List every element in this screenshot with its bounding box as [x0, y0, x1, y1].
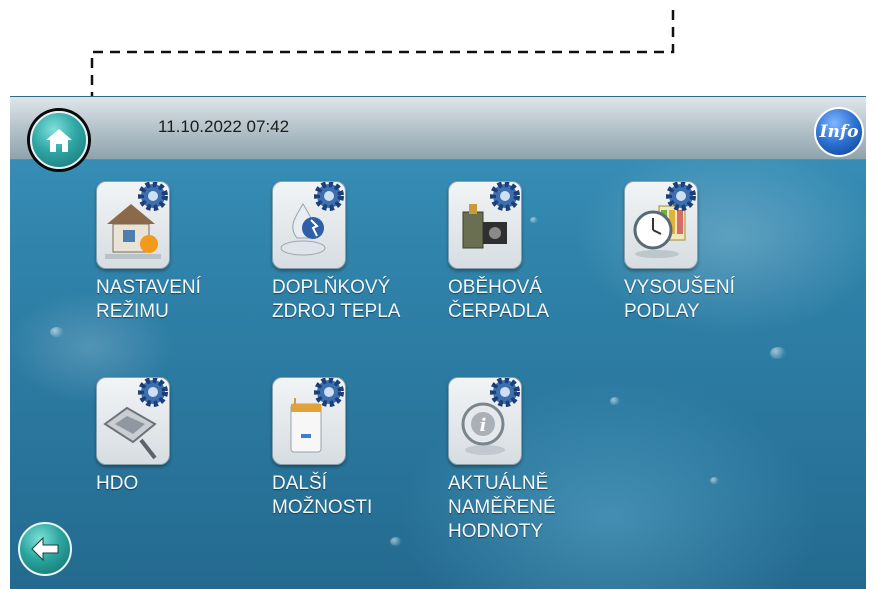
home-icon	[46, 129, 72, 152]
tile-label: DOPLŇKOVÝ ZDROJ TEPLA	[272, 277, 401, 322]
tile-label: HDO	[96, 473, 139, 494]
tile-label: AKTUÁLNĚ NAMĚŘENÉ HODNOTY	[448, 473, 556, 542]
back-button[interactable]	[18, 522, 72, 576]
tile-obehova-cerpadla[interactable]: OBĚHOVÁ ČERPADLA	[448, 181, 558, 324]
connector-icon	[96, 377, 170, 465]
tile-vysouseni-podlay[interactable]: VYSOUŠENÍ PODLAY	[624, 181, 735, 324]
tile-dalsi-moznosti[interactable]: DALŠÍ MOŽNOSTI	[272, 377, 382, 520]
tile-label: OBĚHOVÁ ČERPADLA	[448, 277, 550, 322]
home-button[interactable]	[30, 111, 88, 169]
tile-aktualne-namerene[interactable]: i AKTUÁLNĚ NAMĚŘENÉ HODNOTY	[448, 377, 558, 544]
tile-label: DALŠÍ MOŽNOSTI	[272, 473, 373, 518]
heat-source-icon	[272, 181, 346, 269]
house-settings-icon	[96, 181, 170, 269]
pump-icon	[448, 181, 522, 269]
info-label: Info	[819, 122, 859, 142]
info-measure-icon: i	[448, 377, 522, 465]
datetime: 11.10.2022 07:42	[158, 117, 290, 136]
top-bar: 11.10.2022 07:42 Info	[10, 97, 866, 169]
boiler-icon	[272, 377, 346, 465]
tile-label: VYSOUŠENÍ PODLAY	[624, 277, 735, 322]
tile-hdo[interactable]: HDO	[96, 377, 206, 496]
tile-rezim[interactable]: NASTAVENÍ REŽIMU	[96, 181, 206, 324]
info-button[interactable]: Info	[814, 107, 864, 157]
callout-dashed-line	[90, 10, 675, 96]
svg-text:i: i	[480, 415, 487, 436]
main-panel: 11.10.2022 07:42 Info NASTAVENÍ REŽIMU D…	[10, 96, 866, 589]
tile-label: NASTAVENÍ REŽIMU	[96, 277, 201, 322]
back-arrow-icon	[31, 536, 59, 562]
clock-calendar-icon	[624, 181, 698, 269]
tile-doplnkovy-zdroj[interactable]: DOPLŇKOVÝ ZDROJ TEPLA	[272, 181, 401, 324]
